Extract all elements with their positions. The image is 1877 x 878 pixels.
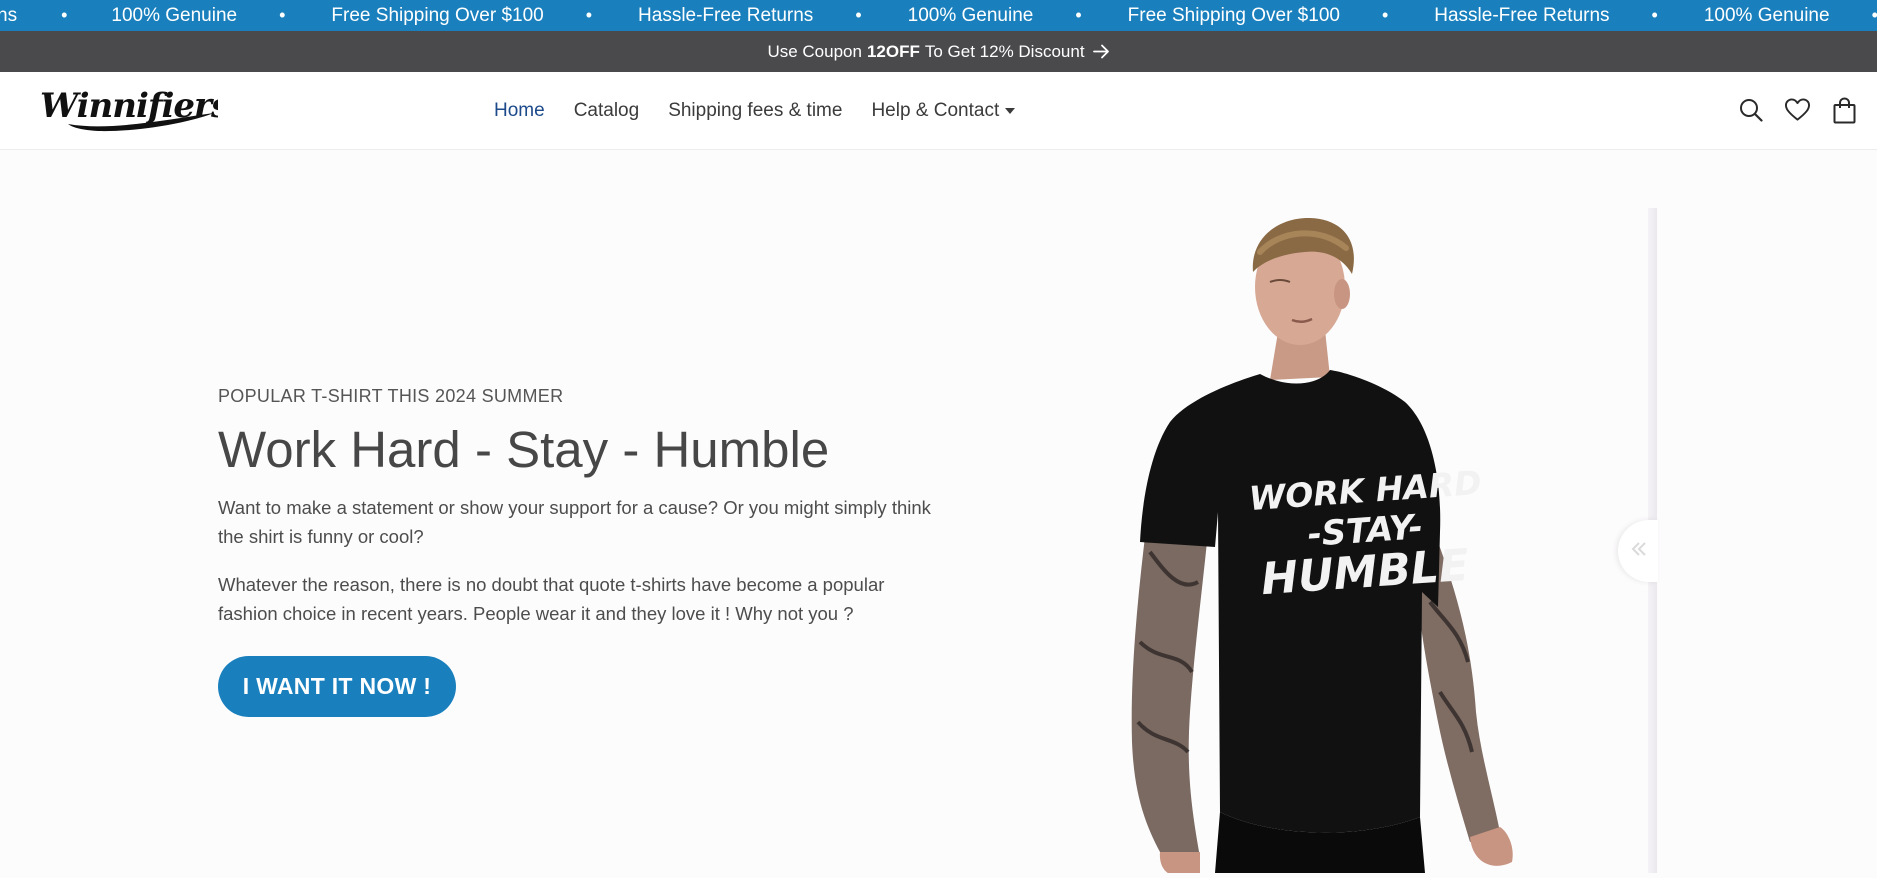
hero-section: POPULAR T-SHIRT THIS 2024 SUMMER Work Ha… xyxy=(0,150,1877,878)
announcement-item: Free Shipping Over $100 • xyxy=(1127,4,1389,26)
nav-catalog[interactable]: Catalog xyxy=(574,100,640,122)
coupon-code: 12OFF xyxy=(866,41,920,61)
nav-shipping[interactable]: Shipping fees & time xyxy=(668,100,842,122)
slider-prev-button[interactable] xyxy=(1618,520,1658,582)
search-icon[interactable] xyxy=(1738,96,1763,124)
hero-paragraph-2: Whatever the reason, there is no doubt t… xyxy=(218,574,885,624)
announcement-item: Hassle-Free Returns • xyxy=(638,4,862,26)
coupon-prefix: Use Coupon xyxy=(767,41,862,61)
hero-eyebrow: POPULAR T-SHIRT THIS 2024 SUMMER xyxy=(218,386,564,406)
announcement-item: Free Shipping Over $100 • xyxy=(331,4,593,26)
nav-home[interactable]: Home xyxy=(494,100,545,122)
main-nav: Home Catalog Shipping fees & time Help &… xyxy=(494,72,1016,150)
hero-paragraph-1: Want to make a statement or show your su… xyxy=(218,497,931,547)
hero-title: Work Hard - Stay - Humble xyxy=(218,421,830,478)
announcement-item: 100% Genuine• xyxy=(111,4,286,26)
caret-down-icon xyxy=(1005,108,1016,114)
announcement-bar: ns • 100% Genuine • Free Shipping Over $10… xyxy=(0,0,1877,31)
announcement-track: ns • 100% Genuine • Free Shipping Over $10… xyxy=(0,0,1877,31)
announcement-item: ns • xyxy=(0,4,68,26)
nav-help-contact[interactable]: Help & Contact xyxy=(871,100,1016,122)
site-header: Winnifiers Home Catalog Shipping fees & … xyxy=(0,72,1877,150)
announcement-item: Hassle-Free Returns • xyxy=(1434,4,1658,26)
announcement-item: 100% Genuine• xyxy=(907,4,1082,26)
coupon-suffix: To Get 12% Discount xyxy=(924,41,1085,61)
nav-help-contact-label: Help & Contact xyxy=(871,100,1000,121)
heart-icon[interactable] xyxy=(1785,96,1810,124)
announcement-item: 100% Genuine• xyxy=(1703,4,1877,26)
arrow-right-icon[interactable] xyxy=(1092,44,1110,59)
cta-button[interactable]: I WANT IT NOW ! xyxy=(218,656,456,717)
header-actions xyxy=(1738,96,1857,124)
svg-text:Winnifiers: Winnifiers xyxy=(40,86,218,126)
chevron-left-icon xyxy=(1630,541,1646,562)
site-logo[interactable]: Winnifiers xyxy=(38,83,231,137)
coupon-bar[interactable]: Use Coupon 12OFF To Get 12% Discount xyxy=(0,31,1877,72)
bag-icon[interactable] xyxy=(1832,96,1857,124)
hero-product-image: WORK HARD -STAY- HUMBLE xyxy=(1120,212,1520,878)
